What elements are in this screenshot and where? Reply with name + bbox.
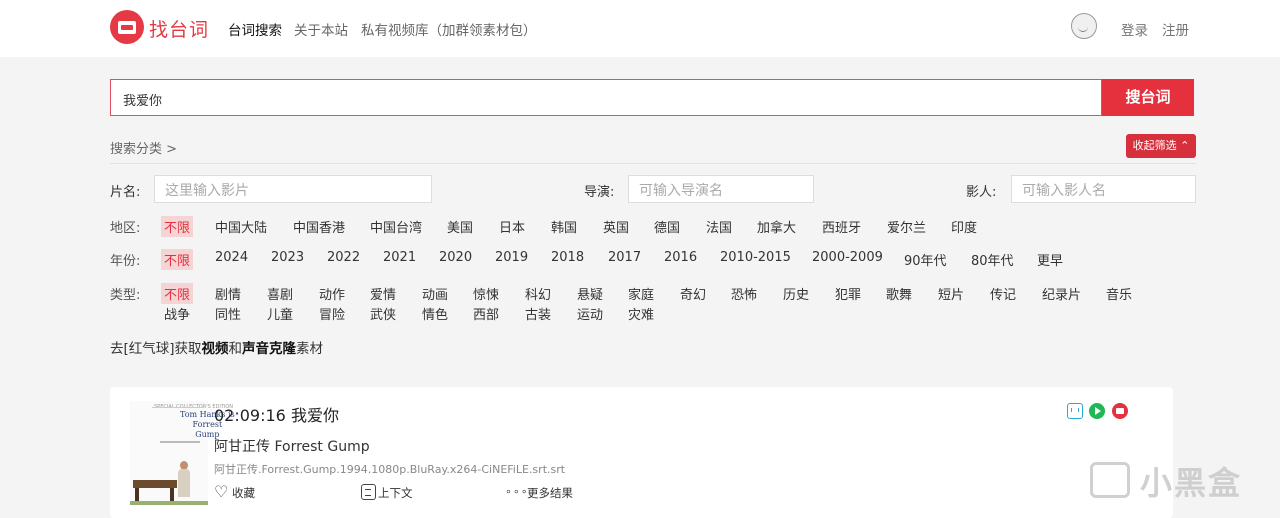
region-option[interactable]: 中国香港	[293, 217, 345, 236]
tv-icon[interactable]	[1067, 403, 1083, 419]
context-button[interactable]: 上下文	[378, 485, 413, 501]
avatar-icon[interactable]	[1071, 13, 1097, 39]
director-label: 导演:	[584, 185, 615, 200]
year-option[interactable]: 2023	[271, 250, 304, 265]
play-icon[interactable]	[1089, 403, 1105, 419]
favorite-button[interactable]: 收藏	[232, 485, 255, 501]
genre-option[interactable]: 恐怖	[731, 284, 757, 303]
region-option[interactable]: 日本	[499, 217, 525, 236]
logo-text[interactable]: 找台词	[149, 15, 209, 42]
year-option[interactable]: 2022	[327, 250, 360, 265]
genre-option[interactable]: 奇幻	[680, 284, 706, 303]
film-icon[interactable]	[1112, 403, 1128, 419]
genre-option[interactable]: 爱情	[370, 284, 396, 303]
year-option[interactable]: 2017	[608, 250, 641, 265]
heart-icon[interactable]: ♡	[214, 484, 228, 500]
region-label: 地区:	[110, 221, 141, 236]
genre-option[interactable]: 古装	[525, 304, 551, 323]
genre-option[interactable]: 冒险	[319, 304, 345, 323]
divider	[110, 163, 1196, 164]
login-link[interactable]: 登录	[1121, 19, 1148, 39]
genre-option[interactable]: 科幻	[525, 284, 551, 303]
genre-option[interactable]: 动画	[422, 284, 448, 303]
movie-poster[interactable]: SPECIAL COLLECTOR'S EDITION Tom Hanks is…	[130, 401, 235, 505]
actor-label: 影人:	[966, 185, 997, 200]
genre-option[interactable]: 音乐	[1106, 284, 1132, 303]
register-link[interactable]: 注册	[1162, 19, 1189, 39]
genre-option[interactable]: 喜剧	[267, 284, 293, 303]
year-option[interactable]: 90年代	[904, 250, 947, 269]
region-option[interactable]: 中国台湾	[370, 217, 422, 236]
nav-subtitle-search[interactable]: 台词搜索	[228, 19, 282, 39]
year-option[interactable]: 80年代	[971, 250, 1014, 269]
genre-option[interactable]: 战争	[164, 304, 190, 323]
region-option[interactable]: 不限	[161, 216, 194, 237]
region-option[interactable]: 德国	[654, 217, 680, 236]
year-option[interactable]: 2018	[551, 250, 584, 265]
collapse-filter-button[interactable]: 收起筛选 ⌃	[1126, 134, 1196, 158]
genre-option[interactable]: 家庭	[628, 284, 654, 303]
genre-option[interactable]: 短片	[938, 284, 964, 303]
promo-text[interactable]: 去[红气球]获取视频和声音克隆素材	[110, 337, 323, 357]
logo-icon[interactable]	[110, 10, 144, 44]
genre-option[interactable]: 动作	[319, 284, 345, 303]
genre-option[interactable]: 传记	[990, 284, 1016, 303]
title-label: 片名:	[110, 185, 141, 200]
year-option[interactable]: 2021	[383, 250, 416, 265]
more-dots-icon[interactable]: ∘∘∘	[505, 485, 529, 498]
region-option[interactable]: 英国	[603, 217, 629, 236]
result-title[interactable]: 02:09:16 我爱你	[214, 402, 339, 426]
genre-label: 类型:	[110, 288, 141, 303]
genre-option[interactable]: 纪录片	[1042, 284, 1081, 303]
title-input[interactable]: 这里输入影片	[154, 175, 432, 203]
result-file-name: 阿甘正传.Forrest.Gump.1994.1080p.BluRay.x264…	[214, 463, 566, 476]
actor-input[interactable]: 可输入影人名	[1011, 175, 1196, 203]
region-option[interactable]: 加拿大	[757, 217, 796, 236]
genre-option[interactable]: 情色	[422, 304, 448, 323]
year-label: 年份:	[110, 254, 141, 269]
context-icon[interactable]	[361, 484, 376, 500]
genre-option[interactable]: 运动	[577, 304, 603, 323]
year-option[interactable]: 2010-2015	[720, 250, 791, 265]
genre-option[interactable]: 惊悚	[473, 284, 499, 303]
more-results-button[interactable]: 更多结果	[527, 485, 573, 501]
region-option[interactable]: 印度	[951, 217, 977, 236]
region-option[interactable]: 美国	[447, 217, 473, 236]
search-button[interactable]: 搜台词	[1102, 79, 1194, 116]
region-option[interactable]: 中国大陆	[215, 217, 267, 236]
year-option[interactable]: 2019	[495, 250, 528, 265]
watermark-logo	[1090, 462, 1130, 498]
genre-option[interactable]: 武侠	[370, 304, 396, 323]
year-option[interactable]: 更早	[1037, 250, 1063, 269]
region-option[interactable]: 爱尔兰	[887, 217, 926, 236]
result-movie-name[interactable]: 阿甘正传 Forrest Gump	[214, 436, 370, 456]
year-option[interactable]: 2024	[215, 250, 248, 265]
year-option[interactable]: 2016	[664, 250, 697, 265]
genre-option[interactable]: 儿童	[267, 304, 293, 323]
genre-option[interactable]: 剧情	[215, 284, 241, 303]
search-category-label[interactable]: 搜索分类 >	[110, 138, 177, 157]
region-option[interactable]: 韩国	[551, 217, 577, 236]
nav-about[interactable]: 关于本站	[294, 19, 348, 39]
genre-option[interactable]: 灾难	[628, 304, 654, 323]
genre-option[interactable]: 不限	[161, 283, 194, 304]
watermark-text: 小黑盒	[1140, 464, 1243, 502]
director-input[interactable]: 可输入导演名	[628, 175, 814, 203]
region-option[interactable]: 法国	[706, 217, 732, 236]
genre-option[interactable]: 西部	[473, 304, 499, 323]
genre-option[interactable]: 历史	[783, 284, 809, 303]
region-option[interactable]: 西班牙	[822, 217, 861, 236]
genre-option[interactable]: 同性	[215, 304, 241, 323]
nav-private-library[interactable]: 私有视频库（加群领素材包）	[361, 19, 537, 39]
genre-option[interactable]: 犯罪	[835, 284, 861, 303]
genre-option[interactable]: 歌舞	[886, 284, 912, 303]
genre-option[interactable]: 悬疑	[577, 284, 603, 303]
search-input[interactable]: 我爱你	[110, 79, 1102, 116]
year-option[interactable]: 2020	[439, 250, 472, 265]
year-option[interactable]: 2000-2009	[812, 250, 883, 265]
year-option[interactable]: 不限	[161, 249, 194, 270]
